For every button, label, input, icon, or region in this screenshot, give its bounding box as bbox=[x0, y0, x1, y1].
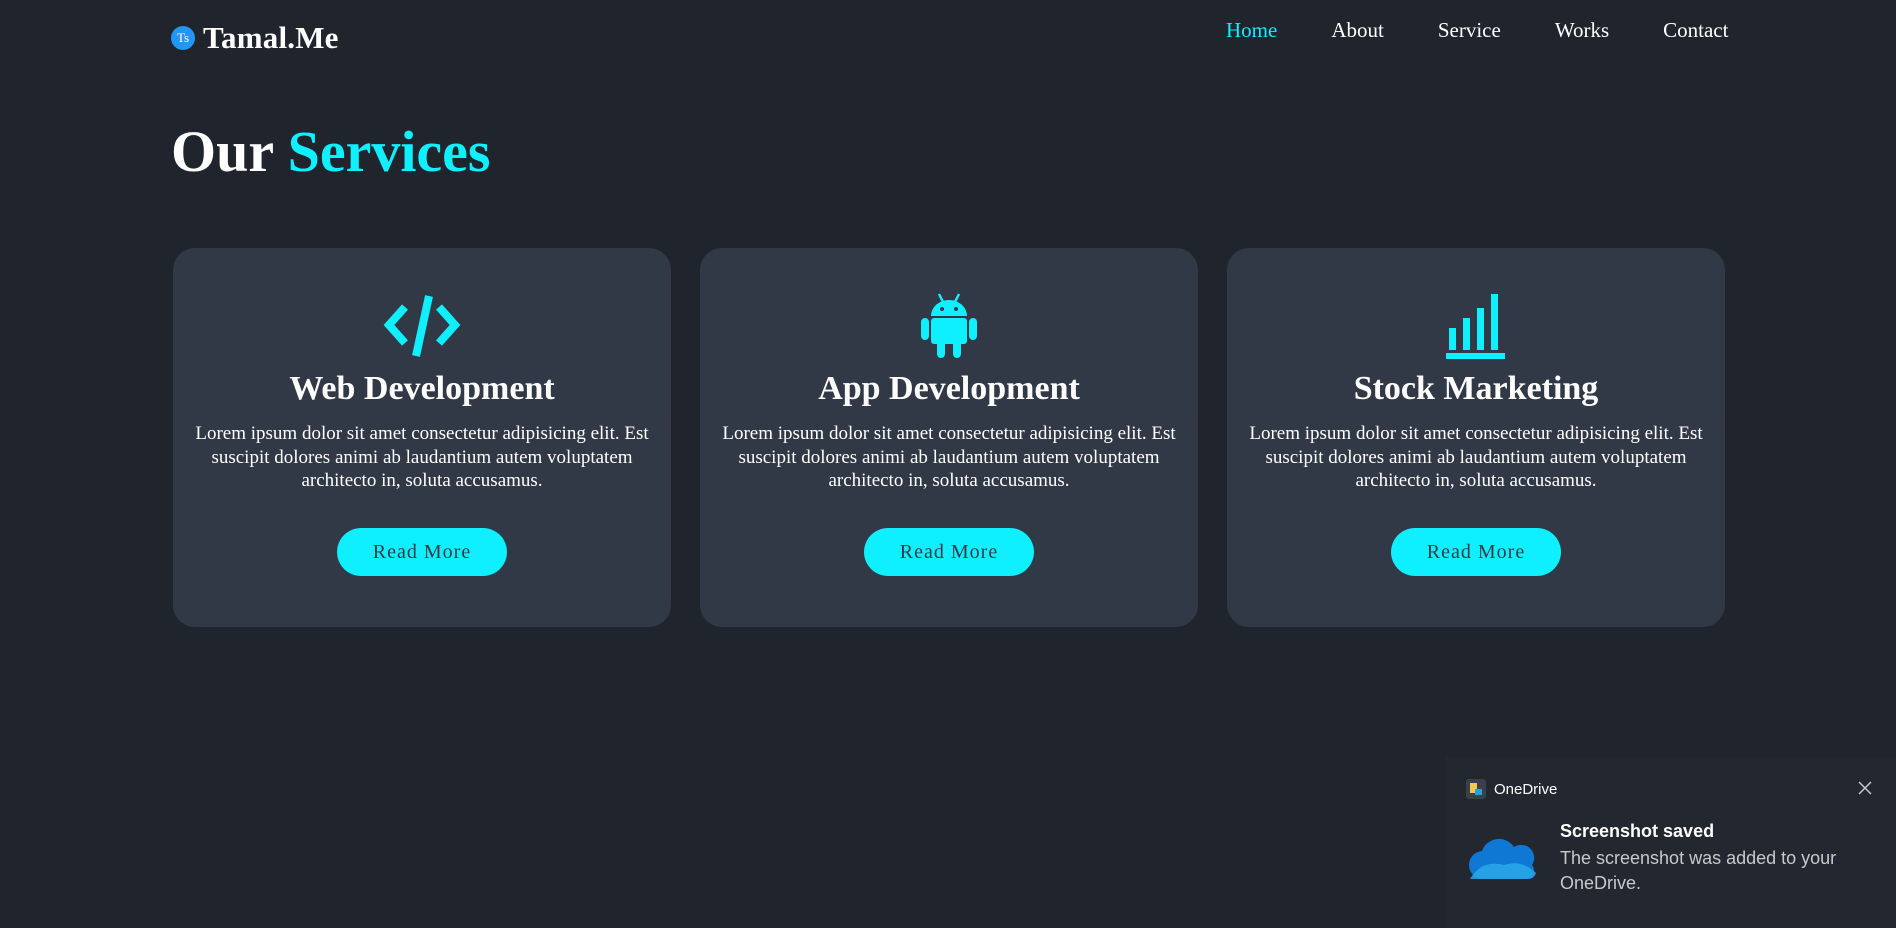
nav-contact[interactable]: Contact bbox=[1663, 18, 1728, 43]
logo-badge: Ts bbox=[171, 26, 195, 50]
section-title: Our Services bbox=[171, 118, 491, 185]
bar-chart-icon bbox=[1227, 290, 1725, 360]
site-header: Ts Tamal.Me Home About Service Works Con… bbox=[0, 0, 1896, 70]
card-description: Lorem ipsum dolor sit amet consectetur a… bbox=[722, 423, 1176, 491]
read-more-button[interactable]: Read More bbox=[337, 528, 507, 576]
main-nav: Home About Service Works Contact bbox=[1226, 18, 1728, 43]
service-card-stock: Stock Marketing Lorem ipsum dolor sit am… bbox=[1227, 248, 1725, 627]
card-title: Stock Marketing bbox=[1353, 370, 1599, 407]
card-description: Lorem ipsum dolor sit amet consectetur a… bbox=[195, 423, 649, 491]
logo[interactable]: Ts Tamal.Me bbox=[171, 20, 339, 56]
service-card-web: Web Development Lorem ipsum dolor sit am… bbox=[173, 248, 671, 627]
notification-body: The screenshot was added to your OneDriv… bbox=[1560, 848, 1837, 893]
card-title: Web Development bbox=[289, 370, 555, 407]
logo-text: Tamal.Me bbox=[203, 20, 339, 55]
nav-home[interactable]: Home bbox=[1226, 18, 1277, 43]
nav-service[interactable]: Service bbox=[1438, 18, 1501, 43]
notification-app: OneDrive bbox=[1466, 779, 1557, 799]
onedrive-cloud-icon bbox=[1466, 835, 1538, 890]
section-title-prefix: Our bbox=[171, 119, 274, 184]
code-icon bbox=[173, 290, 671, 360]
android-icon bbox=[700, 290, 1198, 360]
notification-title: Screenshot saved bbox=[1560, 821, 1715, 841]
read-more-button[interactable]: Read More bbox=[1391, 528, 1561, 576]
onedrive-app-icon bbox=[1466, 779, 1486, 799]
nav-works[interactable]: Works bbox=[1555, 18, 1609, 43]
card-title: App Development bbox=[818, 370, 1080, 407]
card-description: Lorem ipsum dolor sit amet consectetur a… bbox=[1249, 423, 1703, 491]
onedrive-notification[interactable]: OneDrive Screenshot saved The screenshot… bbox=[1446, 757, 1896, 928]
section-title-accent: Services bbox=[287, 119, 491, 184]
nav-about[interactable]: About bbox=[1331, 18, 1384, 43]
notification-app-name: OneDrive bbox=[1494, 780, 1558, 798]
close-icon[interactable] bbox=[1856, 779, 1874, 797]
service-card-app: App Development Lorem ipsum dolor sit am… bbox=[700, 248, 1198, 627]
read-more-button[interactable]: Read More bbox=[864, 528, 1034, 576]
services-list: Web Development Lorem ipsum dolor sit am… bbox=[173, 248, 1725, 627]
